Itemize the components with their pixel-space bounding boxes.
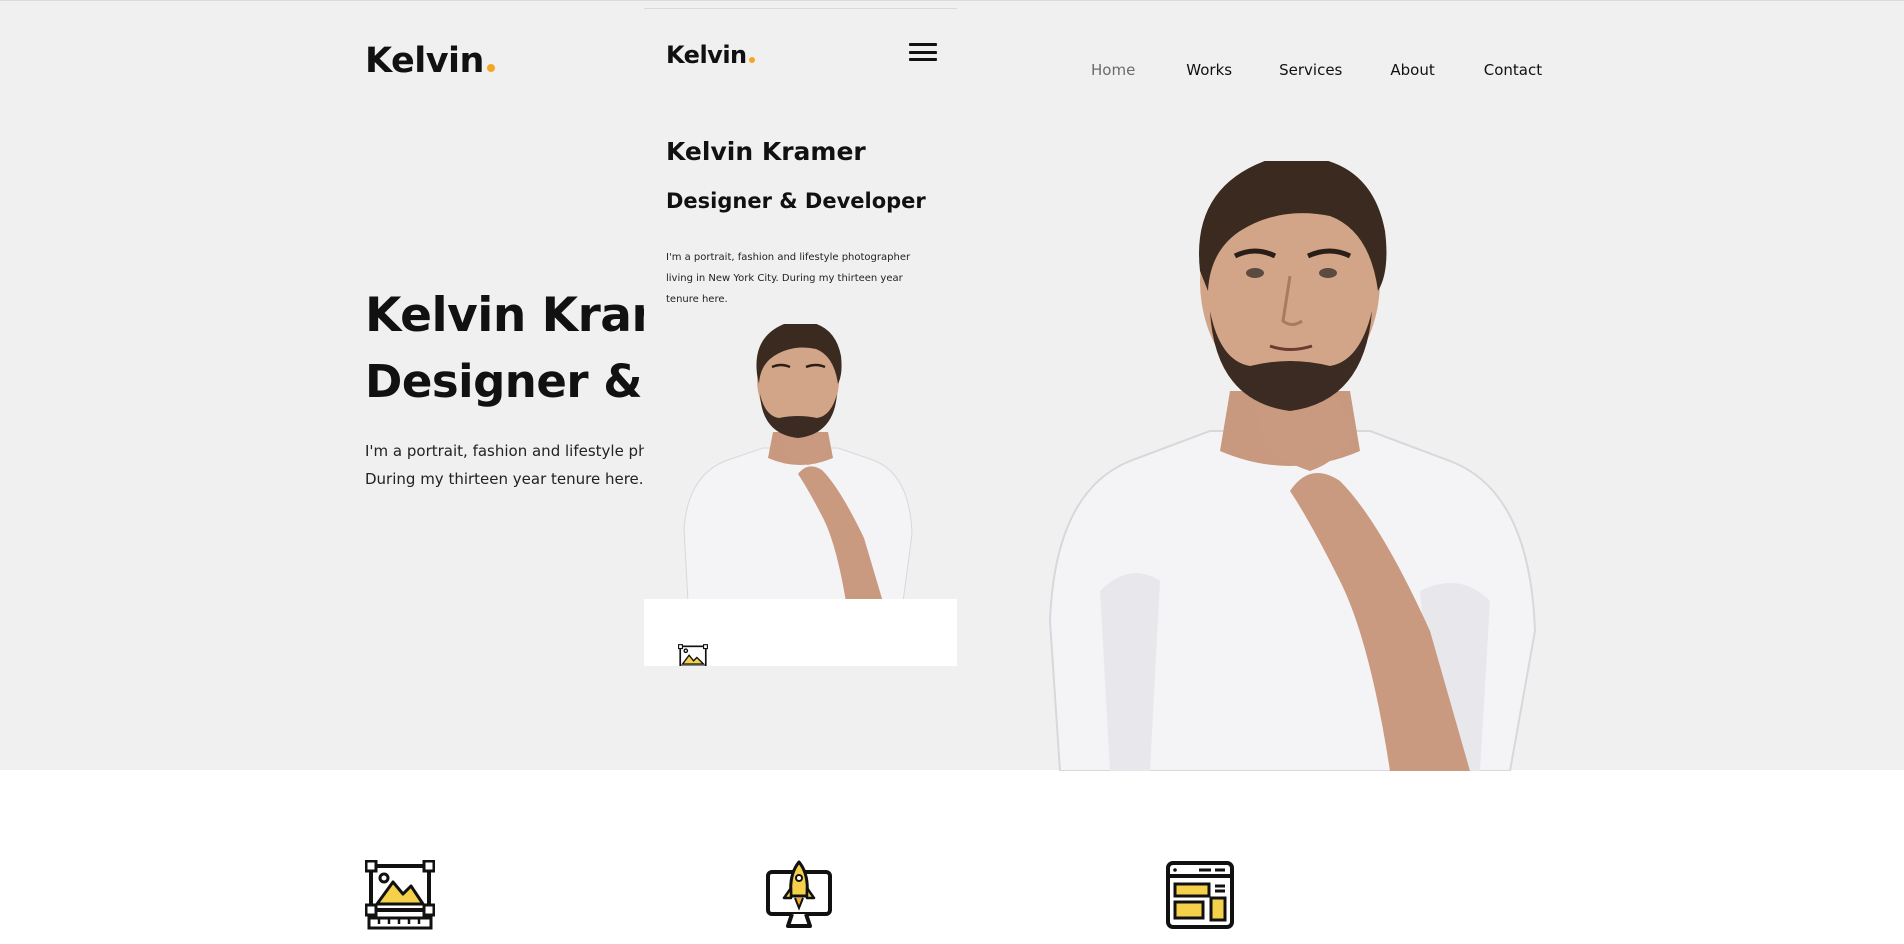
hero-section: Kelvin Home Works Services About Contact… [0,0,1904,771]
image-design-icon [365,860,435,930]
image-design-icon [678,644,708,666]
logo-text: Kelvin [365,41,484,81]
nav-home[interactable]: Home [1091,61,1135,79]
nav-contact[interactable]: Contact [1484,61,1542,79]
mobile-portrait-image [683,324,913,602]
hero-name: Kelvin Kramer [365,288,644,343]
mobile-logo-text: Kelvin [666,41,747,69]
mobile-description-line: tenure here. [666,294,728,305]
mobile-logo[interactable]: Kelvin [666,41,755,69]
hero-role: Designer & Developer [365,355,644,408]
rocket-monitor-icon [766,860,832,928]
portrait-image [1048,161,1537,771]
mobile-hero-description: I'm a portrait, fashion and lifestyle ph… [666,247,946,310]
logo-dot [486,64,495,72]
hamburger-menu-icon[interactable] [909,43,937,61]
site-logo[interactable]: Kelvin [365,41,495,81]
mobile-description-line: I'm a portrait, fashion and lifestyle ph… [666,252,911,263]
nav-services[interactable]: Services [1279,61,1342,79]
hero-description-line: I'm a portrait, fashion and lifestyle ph… [365,442,644,460]
logo-dot [748,57,755,63]
mobile-preview: Kelvin Kelvin Kramer Designer & Develope… [644,8,957,666]
hero-description-line: During my thirteen year tenure here. [365,470,644,488]
mobile-hero-name: Kelvin Kramer [666,137,866,166]
hero-description: I'm a portrait, fashion and lifestyle ph… [365,437,644,493]
nav-about[interactable]: About [1390,61,1434,79]
web-layout-icon [1166,861,1234,929]
mobile-hero-role: Designer & Developer [666,189,926,213]
main-nav: Home Works Services About Contact [1091,61,1542,79]
mobile-description-line: living in New York City. During my thirt… [666,273,903,284]
nav-works[interactable]: Works [1186,61,1232,79]
